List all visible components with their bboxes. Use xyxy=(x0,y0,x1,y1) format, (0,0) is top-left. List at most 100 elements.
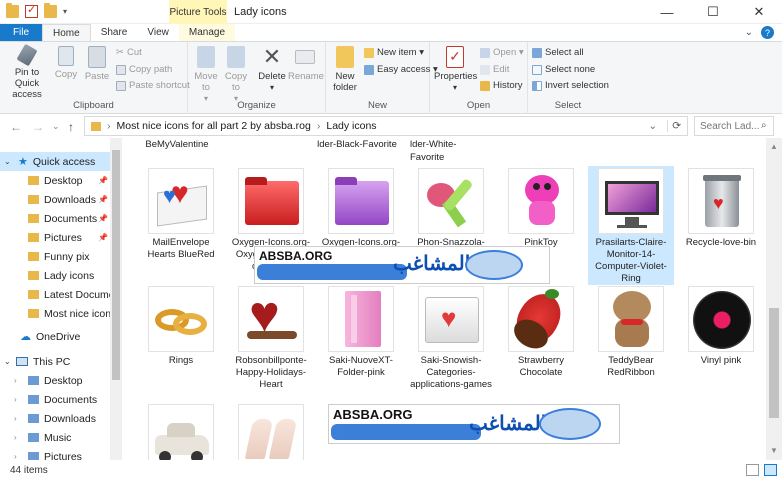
nav-this-pc-item[interactable]: › Documents xyxy=(0,390,122,409)
invert-selection-icon xyxy=(532,80,542,91)
nav-quick-access-item[interactable]: Desktop 📌 xyxy=(0,171,122,190)
tab-home[interactable]: Home xyxy=(42,24,91,41)
properties-button[interactable]: ✓ Properties ▾ xyxy=(434,46,477,93)
file-label-partial[interactable]: lder-Black-Favorite xyxy=(314,138,400,151)
file-item[interactable]: ♥ Robsonbillponte-Happy-Holidays-Heart xyxy=(228,284,314,391)
maximize-button[interactable]: ☐ xyxy=(690,0,736,24)
copy-path-button[interactable]: Copy path xyxy=(116,64,172,75)
nav-this-pc-item[interactable]: › Music xyxy=(0,428,122,447)
open-icon xyxy=(480,47,490,58)
select-none-button[interactable]: Select none xyxy=(532,64,595,75)
nav-quick-access-item[interactable]: Latest Document xyxy=(0,285,122,304)
scroll-down-icon[interactable]: ▼ xyxy=(770,446,778,455)
recent-locations-button[interactable]: ⌄ xyxy=(52,121,60,132)
file-item[interactable]: ♥ Recycle-love-bin xyxy=(678,166,764,249)
file-item[interactable]: Car xyxy=(138,402,224,460)
edit-button[interactable]: Edit xyxy=(480,64,509,75)
file-item[interactable]: Rings xyxy=(138,284,224,367)
nav-quick-access-item[interactable]: Most nice icons f xyxy=(0,304,122,323)
paste-shortcut-button[interactable]: Paste shortcut xyxy=(116,80,190,91)
expand-icon[interactable]: › xyxy=(14,376,24,385)
file-item[interactable]: Heels xyxy=(228,402,314,460)
breadcrumb[interactable]: › Most nice icons for all part 2 by absb… xyxy=(84,116,688,136)
file-label-partial[interactable]: lder-White-Favorite xyxy=(404,138,490,164)
tab-view[interactable]: View xyxy=(137,24,179,41)
file-item[interactable]: Vinyl pink xyxy=(678,284,764,367)
content-scroll-thumb[interactable] xyxy=(769,308,779,418)
forward-button[interactable]: → xyxy=(32,120,44,134)
tab-file[interactable]: File xyxy=(0,24,42,41)
nav-this-pc-item[interactable]: › Desktop xyxy=(0,371,122,390)
expand-icon[interactable]: › xyxy=(14,395,24,404)
content-scrollbar[interactable]: ▲ ▼ xyxy=(766,138,782,460)
file-item[interactable]: ♥ ♥ MailEnvelope Hearts BlueRed xyxy=(138,166,224,261)
file-label-partial[interactable]: BeMyValentine xyxy=(134,138,220,151)
breadcrumb-current[interactable]: Lady icons xyxy=(326,120,376,132)
tab-manage[interactable]: Manage xyxy=(178,24,236,41)
history-icon xyxy=(480,80,490,91)
file-item[interactable]: Saki-NuoveXT-Folder-pink xyxy=(318,284,404,379)
file-item[interactable]: Strawberry Chocolate xyxy=(498,284,584,379)
move-to-button[interactable]: Move to ▾ xyxy=(194,46,218,104)
select-all-button[interactable]: Select all xyxy=(532,47,584,58)
nav-scrollbar[interactable] xyxy=(110,138,122,460)
file-item[interactable]: PinkToy xyxy=(498,166,584,249)
scroll-up-icon[interactable]: ▲ xyxy=(770,142,778,151)
nav-quick-access[interactable]: ⌄ ★ Quick access xyxy=(0,152,122,171)
expand-icon[interactable]: ⌄ xyxy=(0,157,11,166)
file-item[interactable]: ♥ Saki-Snowish-Categories-applications-ga… xyxy=(408,284,494,391)
copy-icon xyxy=(58,46,74,66)
nav-scroll-thumb[interactable] xyxy=(112,150,120,380)
nav-quick-access-item[interactable]: Pictures 📌 xyxy=(0,228,122,247)
pin-quick-access-button[interactable]: Pin to Quick access xyxy=(4,43,50,100)
watermark-emblem xyxy=(539,408,601,440)
nav-quick-access-item[interactable]: Downloads 📌 xyxy=(0,190,122,209)
minimize-button[interactable]: — xyxy=(644,0,690,24)
new-folder-icon[interactable] xyxy=(44,3,57,18)
address-dropdown-icon[interactable]: ⌄ xyxy=(648,120,661,132)
image-thumbnail xyxy=(148,286,214,352)
image-thumbnail: ♥ ♥ xyxy=(148,168,214,234)
nav-quick-access-item[interactable]: Funny pix xyxy=(0,247,122,266)
file-item[interactable]: Prasilarts-Claire-Monitor-14-Computer-Vi… xyxy=(588,166,674,285)
delete-button[interactable]: ✕ Delete ▾ xyxy=(258,46,286,93)
details-view-icon[interactable] xyxy=(746,464,759,476)
nav-quick-access-item[interactable]: Lady icons xyxy=(0,266,122,285)
expand-icon[interactable]: › xyxy=(14,433,24,442)
copy-to-button[interactable]: Copy to ▾ xyxy=(224,46,248,104)
cut-button[interactable]: ✂ Cut xyxy=(116,47,142,58)
paste-button[interactable]: Paste xyxy=(84,46,110,82)
collapse-ribbon-icon[interactable]: ⌄ xyxy=(745,27,753,38)
nav-this-pc[interactable]: ⌄ This PC xyxy=(0,352,122,371)
nav-onedrive[interactable]: ☁ OneDrive xyxy=(0,327,122,346)
open-button[interactable]: Open ▾ xyxy=(480,47,524,58)
folder-icon[interactable] xyxy=(6,3,19,18)
history-button[interactable]: History xyxy=(480,80,523,91)
close-button[interactable]: ✕ xyxy=(736,0,782,24)
copy-button[interactable]: Copy xyxy=(54,46,78,80)
nav-this-pc-item[interactable]: › Downloads xyxy=(0,409,122,428)
invert-selection-button[interactable]: Invert selection xyxy=(532,80,609,91)
refresh-button[interactable]: ⟳ xyxy=(667,120,687,132)
easy-access-button[interactable]: Easy access ▾ xyxy=(364,64,438,75)
expand-icon[interactable]: ⌄ xyxy=(0,357,11,366)
expand-icon[interactable]: › xyxy=(14,414,24,423)
watermark-text: ABSBA.ORG xyxy=(333,407,413,422)
file-item[interactable]: TeddyBear RedRibbon xyxy=(588,284,674,379)
properties-check-icon[interactable] xyxy=(25,3,38,18)
file-list: BeMyValentine lder-Black-Favorite lder-W… xyxy=(122,138,766,460)
help-icon[interactable]: ? xyxy=(761,26,774,39)
back-button[interactable]: ← xyxy=(10,120,22,134)
absba-watermark-logo: ABSBA.ORG المشاغب xyxy=(254,246,550,284)
tab-share[interactable]: Share xyxy=(91,24,138,41)
large-icons-view-icon[interactable] xyxy=(764,464,777,476)
customize-qat-icon[interactable]: ▾ xyxy=(63,7,67,16)
watermark-band xyxy=(331,424,481,440)
new-item-button[interactable]: New item ▾ xyxy=(364,47,424,58)
pin-icon xyxy=(16,43,38,67)
new-folder-button[interactable]: New folder xyxy=(330,46,360,93)
breadcrumb-root[interactable]: Most nice icons for all part 2 by absba.… xyxy=(117,120,311,132)
rename-button[interactable]: Rename xyxy=(288,46,324,82)
up-button[interactable]: ↑ xyxy=(68,120,74,134)
nav-quick-access-item[interactable]: Documents 📌 xyxy=(0,209,122,228)
